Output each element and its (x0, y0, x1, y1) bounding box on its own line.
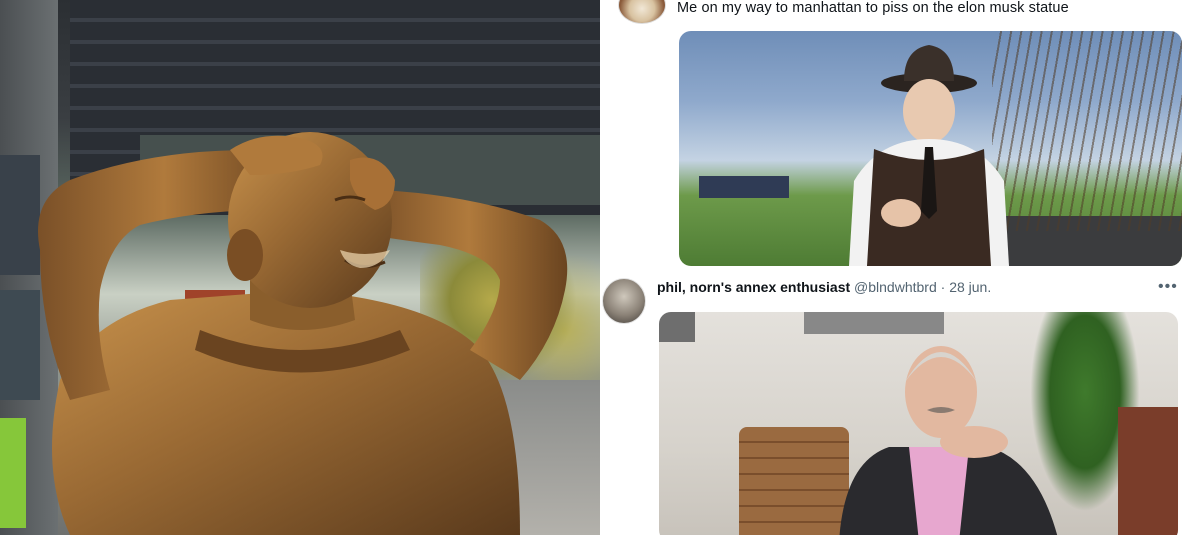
separator: · (940, 279, 946, 295)
statue-photo (0, 0, 600, 535)
tweet-date[interactable]: 28 jun. (949, 279, 991, 295)
more-options-icon[interactable]: ••• (1158, 278, 1178, 296)
old-man-figure (839, 346, 1058, 535)
display-name[interactable]: phil, norn's annex enthusiast (657, 279, 850, 295)
tweet-feed: Me on my way to manhattan to piss on the… (600, 0, 1200, 535)
tweet-video-thumbnail[interactable] (659, 312, 1178, 535)
man-in-hat-figure (849, 45, 1009, 266)
avatar[interactable] (602, 278, 646, 324)
tweet-text: Me on my way to manhattan to piss on the… (677, 0, 1069, 16)
tweet-video-thumbnail[interactable] (679, 31, 1182, 266)
avatar[interactable] (618, 0, 666, 24)
bronze-statue (38, 132, 568, 535)
tweet-header: phil, norn's annex enthusiast @blndwhtbr… (657, 279, 991, 295)
handle[interactable]: @blndwhtbrd (854, 279, 937, 295)
